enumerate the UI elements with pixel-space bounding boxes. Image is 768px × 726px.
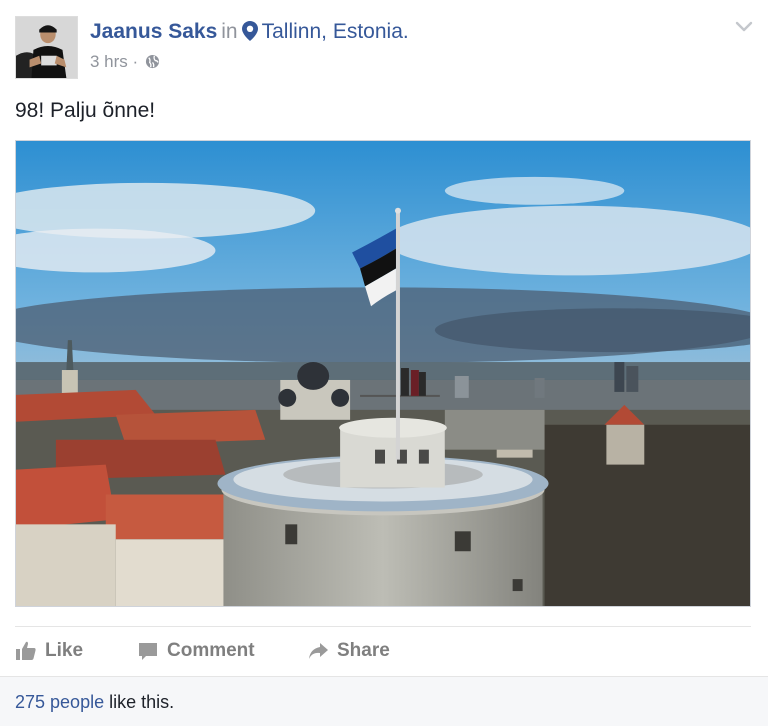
- author-name[interactable]: Jaanus Saks: [90, 20, 217, 43]
- thumbs-up-icon: [16, 641, 36, 660]
- post-meta: 3 hrs ·: [90, 50, 160, 74]
- tallinn-tower-image: [16, 141, 750, 606]
- location-period: .: [402, 20, 409, 43]
- avatar[interactable]: [15, 16, 78, 79]
- in-label: in: [221, 20, 238, 43]
- comment-label: Comment: [167, 640, 255, 661]
- like-button[interactable]: Like: [15, 632, 83, 670]
- meta-separator: ·: [132, 52, 139, 71]
- share-label: Share: [337, 640, 390, 661]
- likes-summary: 275 people like this.: [0, 676, 768, 726]
- likes-text: 275 people like this.: [15, 691, 174, 713]
- actions-divider: [15, 626, 751, 627]
- share-button[interactable]: Share: [307, 632, 390, 670]
- post-message: 98! Palju õnne!: [15, 99, 156, 122]
- post-header: Jaanus Saks in Tallinn, Estonia.: [90, 18, 409, 46]
- comment-bubble-icon: [139, 643, 157, 660]
- location-link[interactable]: Tallinn, Estonia: [262, 20, 403, 43]
- globe-icon[interactable]: [145, 54, 160, 69]
- facebook-post: Jaanus Saks in Tallinn, Estonia. 3 hrs · 9…: [0, 0, 768, 726]
- comment-button[interactable]: Comment: [137, 632, 255, 670]
- location-pin-icon: [241, 21, 258, 41]
- post-time[interactable]: 3 hrs: [90, 52, 128, 71]
- chevron-down-icon[interactable]: [734, 18, 754, 34]
- like-label: Like: [45, 640, 84, 661]
- post-photo[interactable]: [15, 140, 751, 607]
- post-actions: Like Comment Share: [15, 632, 751, 670]
- avatar-photo: [16, 17, 77, 78]
- likes-suffix: like this.: [104, 692, 175, 712]
- likes-count-link[interactable]: 275 people: [15, 692, 104, 712]
- share-arrow-icon: [309, 643, 328, 659]
